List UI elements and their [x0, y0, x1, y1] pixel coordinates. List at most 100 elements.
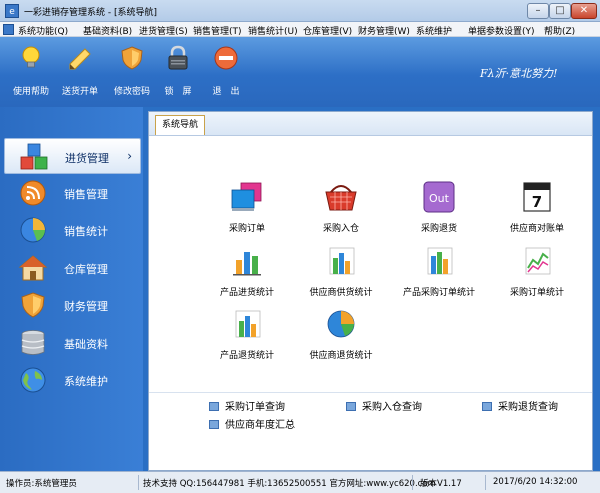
chevron-right-icon: › — [127, 149, 132, 163]
bar-chart-icon — [427, 247, 453, 275]
menu-help[interactable]: 帮助(Z) — [544, 24, 575, 37]
module-supplier-return-stats[interactable]: 供应商退货统计 — [301, 307, 381, 367]
module-product-order-stats[interactable]: 产品采购订单统计 — [399, 244, 479, 304]
calendar-icon: 7 — [523, 182, 551, 212]
menu-basic-data[interactable]: 基础资料(B) — [83, 24, 132, 37]
module-label: 采购入仓 — [322, 224, 359, 234]
globe-icon — [20, 367, 46, 393]
menu-finance[interactable]: 财务管理(W) — [358, 24, 410, 37]
rss-icon — [20, 180, 46, 206]
sidebar-item-sales-stats[interactable]: 销售统计 — [4, 212, 141, 248]
quick-link-inbound-query[interactable]: 采购入仓查询 — [346, 398, 422, 413]
close-button[interactable]: ✕ — [571, 3, 597, 19]
quick-link-supplier-annual[interactable]: 供应商年度汇总 — [209, 416, 295, 431]
doc-icon — [346, 402, 356, 411]
sidebar-item-finance[interactable]: 财务管理 — [4, 287, 141, 323]
sidebar-item-sales[interactable]: 销售管理 — [4, 175, 141, 211]
pie-chart-icon — [20, 217, 46, 243]
basket-icon — [325, 185, 357, 211]
window-title: 一彩进销存管理系统 - [系统导航] — [24, 8, 157, 18]
sidebar-item-maintenance[interactable]: 系统维护 — [4, 362, 141, 398]
module-purchase-order[interactable]: 采购订单 — [207, 180, 287, 240]
svg-text:Out: Out — [429, 192, 450, 205]
module-label: 采购退货 — [420, 224, 457, 234]
module-label: 产品进货统计 — [219, 288, 274, 298]
sidebar-item-label: 系统维护 — [64, 375, 108, 388]
slogan: Fλ沂·意北努力! — [480, 67, 558, 80]
status-datetime: 2017/6/20 14:32:00 — [493, 477, 578, 487]
sidebar-item-label: 进货管理 — [65, 152, 109, 165]
module-label: 采购订单统计 — [509, 288, 564, 298]
module-label: 供应商对账单 — [509, 224, 564, 234]
module-order-stats[interactable]: 采购订单统计 — [497, 244, 577, 304]
status-bar: 操作员:系统管理员 技术支持 QQ:156447981 手机:136525005… — [0, 471, 600, 493]
module-product-purchase-stats[interactable]: 产品进货统计 — [207, 244, 287, 304]
delivery-tool-label: 送货开单 — [61, 87, 98, 97]
shield-icon — [121, 46, 143, 70]
tab-strip: 系统导航 — [149, 112, 592, 136]
database-icon — [21, 330, 45, 355]
doc-icon — [209, 402, 219, 411]
sidebar-item-label: 仓库管理 — [64, 263, 108, 276]
house-icon — [18, 255, 48, 281]
module-supplier-supply-stats[interactable]: 供应商供货统计 — [301, 244, 381, 304]
delivery-tool-button[interactable]: 送货开单 — [58, 45, 102, 101]
quick-link-order-query[interactable]: 采购订单查询 — [209, 398, 285, 413]
bar-chart-icon — [235, 310, 261, 338]
bar-chart-icon — [329, 247, 355, 275]
sidebar-item-label: 基础资料 — [64, 338, 108, 351]
sidebar-item-label: 销售管理 — [64, 188, 108, 201]
lock-icon — [168, 45, 188, 70]
module-supplier-statement[interactable]: 7 供应商对账单 — [497, 180, 577, 240]
menu-system[interactable]: 系统功能(Q) — [18, 24, 68, 37]
module-purchase-in[interactable]: 采购入仓 — [301, 180, 381, 240]
toolbar: 使用帮助 送货开单 修改密码 锁 屏 退 出 Fλ沂·意北努力! — [0, 37, 600, 107]
menu-purchase[interactable]: 进货管理(S) — [139, 24, 188, 37]
menu-sales-stats[interactable]: 销售统计(U) — [248, 24, 298, 37]
tab-system-nav[interactable]: 系统导航 — [155, 115, 206, 135]
shield-icon — [21, 292, 45, 318]
lock-tool-label: 锁 屏 — [164, 87, 192, 97]
svg-text:7: 7 — [532, 193, 542, 211]
sidebar-item-purchase[interactable]: 进货管理 › — [4, 138, 141, 174]
doc-icon — [482, 402, 492, 411]
maximize-button[interactable]: □ — [549, 3, 571, 19]
minimize-button[interactable]: – — [527, 3, 549, 19]
module-label: 产品采购订单统计 — [402, 288, 475, 298]
cubes-icon — [20, 143, 48, 170]
sidebar-item-basic-data[interactable]: 基础资料 — [4, 325, 141, 361]
help-tool-button[interactable]: 使用帮助 — [10, 45, 52, 101]
exit-tool-label: 退 出 — [212, 87, 240, 97]
divider — [149, 392, 592, 393]
status-version: 版本V1.17 — [420, 479, 462, 489]
menu-app-icon — [3, 24, 14, 35]
module-product-return-stats[interactable]: 产品退货统计 — [207, 307, 287, 367]
menu-doc-settings[interactable]: 单据参数设置(Y) — [468, 24, 535, 37]
sidebar-item-label: 销售统计 — [64, 225, 108, 238]
password-tool-button[interactable]: 修改密码 — [110, 45, 154, 101]
title-bar: e 一彩进销存管理系统 - [系统导航] – □ ✕ — [0, 0, 600, 22]
exit-icon — [214, 46, 238, 70]
menu-sales[interactable]: 销售管理(T) — [193, 24, 242, 37]
pencil-icon — [69, 48, 91, 70]
password-tool-label: 修改密码 — [113, 87, 150, 97]
doc-icon — [209, 420, 219, 429]
app-icon: e — [5, 4, 19, 18]
pie-chart-icon — [327, 310, 355, 338]
sidebar-item-warehouse[interactable]: 仓库管理 — [4, 250, 141, 286]
lock-tool-button[interactable]: 锁 屏 — [160, 45, 196, 101]
quick-link-return-query[interactable]: 采购退货查询 — [482, 398, 558, 413]
menu-maintenance[interactable]: 系统维护 — [416, 24, 452, 37]
help-tool-label: 使用帮助 — [12, 87, 49, 97]
menu-bar: 系统功能(Q) 基础资料(B) 进货管理(S) 销售管理(T) 销售统计(U) … — [0, 22, 600, 37]
menu-warehouse[interactable]: 仓库管理(V) — [303, 24, 352, 37]
cards-icon — [231, 182, 262, 211]
module-label: 产品退货统计 — [219, 351, 274, 361]
status-support: 技术支持 QQ:156447981 手机:13652500551 官方网址:ww… — [143, 479, 436, 489]
exit-tool-button[interactable]: 退 出 — [208, 45, 244, 101]
line-chart-icon — [525, 247, 551, 275]
module-purchase-return[interactable]: Out 采购退货 — [399, 180, 479, 240]
sidebar-item-label: 财务管理 — [64, 300, 108, 313]
status-operator: 操作员:系统管理员 — [6, 479, 77, 489]
bar-chart-icon — [233, 252, 261, 276]
